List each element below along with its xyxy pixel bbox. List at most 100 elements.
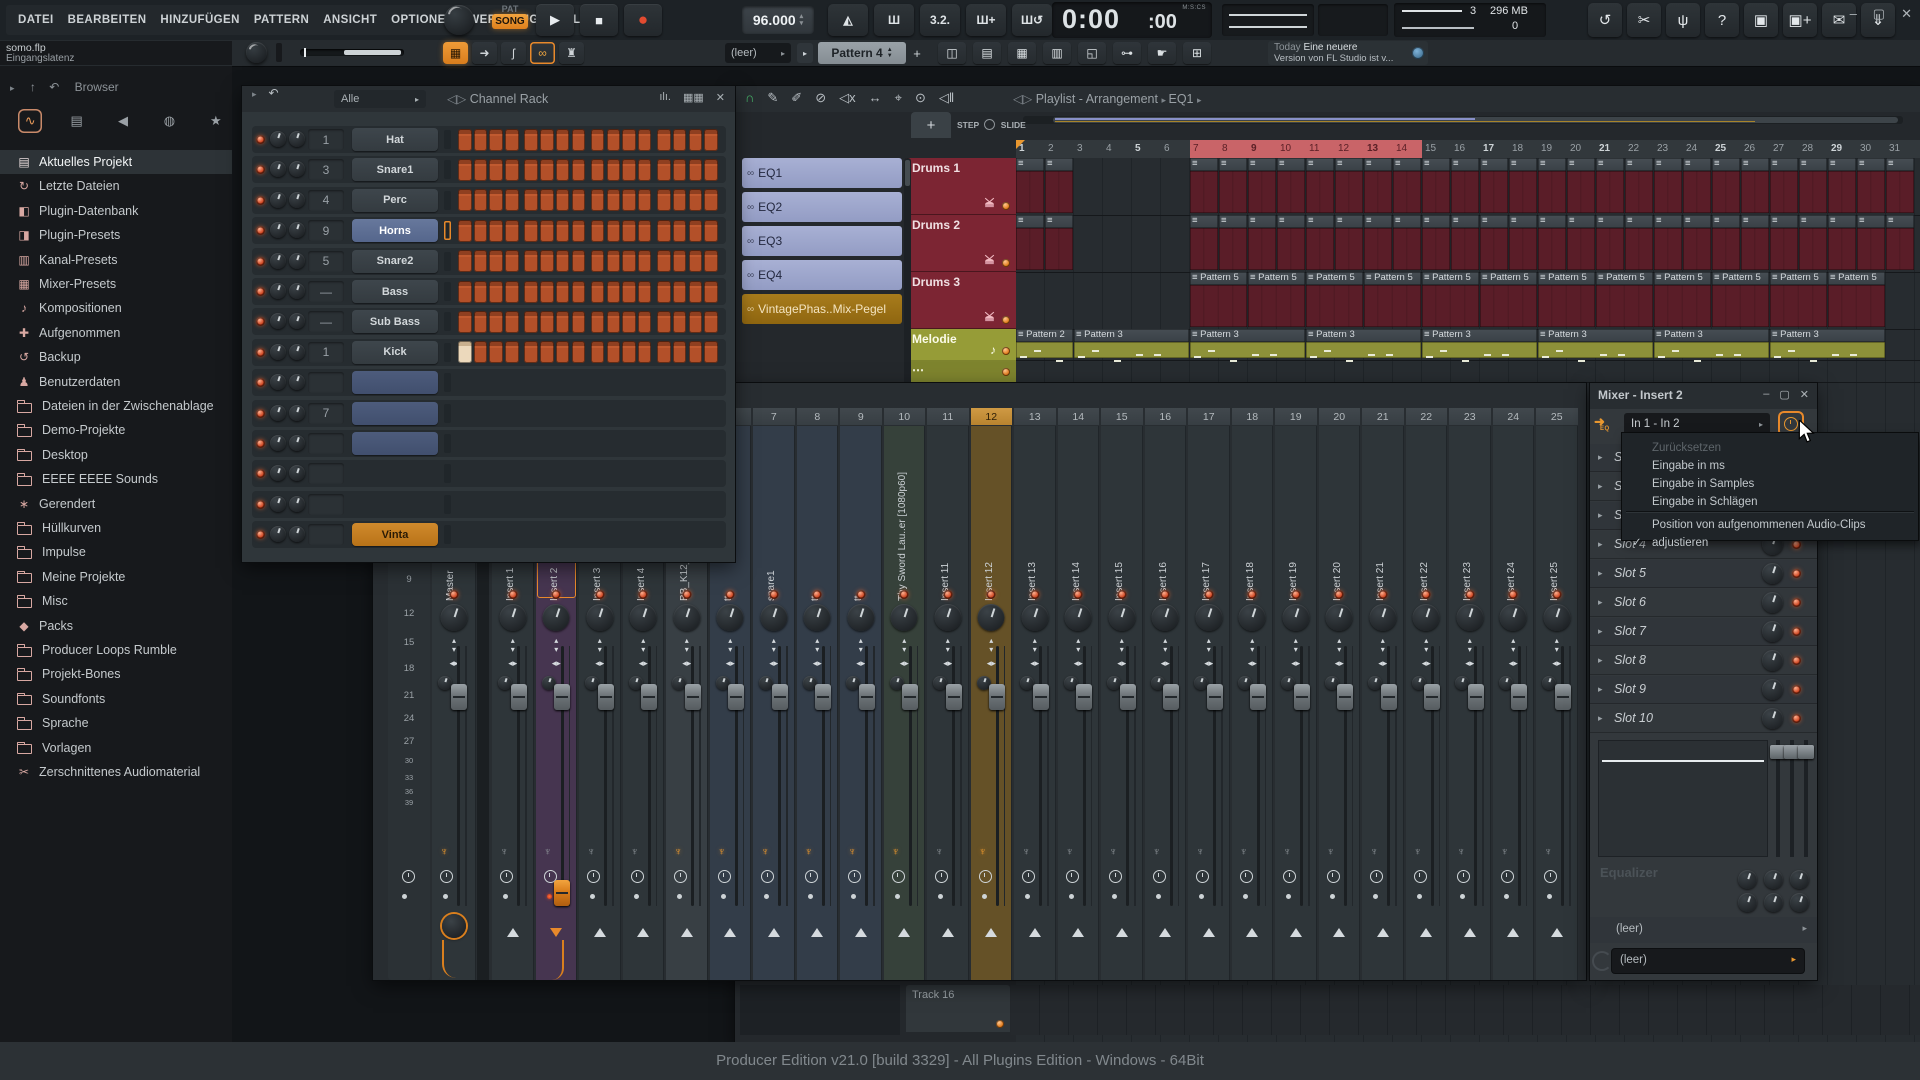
pattern-clip[interactable]: ≡ xyxy=(1596,215,1624,270)
route-arrow-up[interactable] xyxy=(1333,928,1346,937)
pattern-clip[interactable]: ≡ Pattern 5 xyxy=(1190,272,1247,327)
strip-aux-knob[interactable] xyxy=(933,676,947,690)
pattern-clip[interactable]: ≡ xyxy=(1393,158,1421,213)
channel-pan-knob[interactable] xyxy=(270,252,286,269)
fader-handle[interactable] xyxy=(858,684,875,710)
pattern-clip[interactable]: ≡ xyxy=(1248,158,1276,213)
route-arrow-up[interactable] xyxy=(898,928,911,937)
minimize-icon[interactable]: – xyxy=(1763,388,1769,401)
typing-keyboard-toggle[interactable]: ♜ xyxy=(559,42,584,64)
step-cell[interactable] xyxy=(524,158,538,181)
record-dot[interactable] xyxy=(1503,894,1509,899)
touch-button[interactable]: ☛ xyxy=(1148,42,1176,64)
record-dot[interactable] xyxy=(677,894,682,899)
eq-knob[interactable] xyxy=(1738,870,1757,889)
step-cell[interactable] xyxy=(688,128,703,151)
channel-pan-knob[interactable] xyxy=(270,283,286,299)
plug-icon[interactable]: ♆ xyxy=(631,846,639,858)
plugin-picker-button[interactable]: ⊶ xyxy=(1113,42,1141,64)
fader-handle[interactable] xyxy=(510,684,527,710)
record-audio-button[interactable]: ψ xyxy=(1666,3,1700,37)
undo-button[interactable]: ↺ xyxy=(1588,3,1622,37)
pattern-clip[interactable]: ≡ Pattern 3 xyxy=(1654,329,1769,362)
song-label[interactable]: SONG xyxy=(492,14,528,29)
mixer-strip-12[interactable]: Insert 12 ▴ ▾ ◂▸ ♆ xyxy=(970,426,1012,980)
stop-button[interactable]: ■ xyxy=(580,4,618,36)
eq-knob[interactable] xyxy=(1790,870,1809,889)
channel-volume-knob[interactable] xyxy=(289,495,305,512)
mixer-strip-21[interactable]: Insert 21 ▴ ▾ ◂▸ ♆ xyxy=(1362,426,1404,980)
strip-pan-knob[interactable] xyxy=(1499,604,1527,631)
pan-lr-arrows[interactable]: ◂▸ xyxy=(1335,658,1344,669)
track-header-melodie[interactable]: Melodie ♪ xyxy=(906,329,1016,360)
route-arrow-up[interactable] xyxy=(1028,928,1041,937)
preview-icon[interactable]: ◁‖ xyxy=(939,90,954,106)
pattern-clip[interactable]: ≡ xyxy=(1248,215,1276,270)
strip-pan-knob[interactable] xyxy=(716,604,744,631)
plug-icon[interactable]: ♆ xyxy=(1457,846,1465,858)
timeline-bar-number[interactable]: 16 xyxy=(1454,143,1465,154)
route-arrow-up[interactable] xyxy=(1115,928,1128,937)
pat-song-switch[interactable]: PAT SONG xyxy=(492,4,528,36)
step-cell[interactable] xyxy=(622,219,636,242)
step-cell[interactable] xyxy=(688,310,703,333)
slot-arrow-icon[interactable]: ▸ xyxy=(1598,626,1603,637)
source-clip-eq4[interactable]: ∞ EQ4 xyxy=(742,260,902,290)
step-cell[interactable] xyxy=(590,158,605,181)
step-cell[interactable] xyxy=(540,310,554,333)
strip-pan-knob[interactable] xyxy=(440,604,468,631)
record-dot[interactable] xyxy=(443,894,448,899)
browser-item[interactable]: ♟ Benutzerdaten xyxy=(0,370,232,394)
timeline-bar-number[interactable]: 20 xyxy=(1570,143,1581,154)
project-info-box[interactable]: somo.flp Eingangslatenz xyxy=(0,41,232,65)
strip-mute-led[interactable] xyxy=(1204,590,1214,599)
effect-slot-9[interactable]: ▸ Slot 9 xyxy=(1590,676,1817,704)
source-clip-eq2[interactable]: ∞ EQ2 xyxy=(742,192,902,222)
browser-item[interactable]: Hüllkurven xyxy=(0,516,232,540)
plug-icon[interactable]: ♆ xyxy=(935,846,943,858)
browser-item[interactable]: ✂ Zerschnittenes Audiomaterial xyxy=(0,760,232,784)
effect-slot-8[interactable]: ▸ Slot 8 xyxy=(1590,647,1817,675)
channel-name-button[interactable]: Kick xyxy=(352,340,438,364)
step-cell[interactable] xyxy=(672,158,687,181)
slot-mix-knob[interactable] xyxy=(1762,621,1783,642)
stereo-sep-arrows[interactable]: ▴ ▾ xyxy=(1250,636,1254,654)
step-edit-toggle[interactable]: ▦ xyxy=(443,42,468,64)
tab-online[interactable]: ◍ xyxy=(157,109,181,133)
clock-icon[interactable] xyxy=(1109,870,1122,883)
timeline-bar-number[interactable]: 11 xyxy=(1309,143,1319,154)
step-cell[interactable] xyxy=(590,310,605,333)
fader-handle[interactable] xyxy=(771,684,788,710)
stereo-sep-arrows[interactable]: ▴ ▾ xyxy=(641,636,645,654)
master-out-knob[interactable] xyxy=(442,914,466,938)
timeline-bar-number[interactable]: 24 xyxy=(1686,143,1697,154)
strip-mute-led[interactable] xyxy=(812,590,822,599)
browser-item[interactable]: ↻ Letzte Dateien xyxy=(0,174,232,198)
step-cell[interactable] xyxy=(489,189,503,212)
pattern-clip[interactable]: ≡ xyxy=(1422,215,1450,270)
pattern-clip[interactable]: ≡ xyxy=(1277,215,1305,270)
cut-button[interactable]: ✂ xyxy=(1627,3,1661,37)
browser-item[interactable]: ▥ Kanal-Presets xyxy=(0,248,232,272)
timeline-bar-number[interactable]: 21 xyxy=(1599,143,1610,154)
channel-volume-knob[interactable] xyxy=(289,252,305,269)
channel-target-number[interactable] xyxy=(308,524,344,546)
step-cell[interactable] xyxy=(458,250,472,273)
channel-mute-led[interactable] xyxy=(256,135,265,144)
slot-mix-knob[interactable] xyxy=(1762,563,1783,584)
fader-handle[interactable] xyxy=(815,684,831,710)
mixer-header-15[interactable]: 15 xyxy=(1101,408,1143,425)
pan-lr-arrows[interactable]: ◂▸ xyxy=(769,658,778,669)
timeline-bar-number[interactable]: 10 xyxy=(1280,143,1291,154)
channel-selector-marker[interactable] xyxy=(444,282,451,301)
strip-mute-led[interactable] xyxy=(682,590,692,599)
shuffle-slider[interactable] xyxy=(276,43,282,62)
channel-selector-marker[interactable] xyxy=(444,525,451,545)
close-icon[interactable]: ✕ xyxy=(1901,6,1912,22)
clock-icon[interactable] xyxy=(1283,870,1296,883)
step-cell[interactable] xyxy=(657,158,671,181)
browser-item[interactable]: ▤ Aktuelles Projekt xyxy=(0,150,232,174)
plug-icon[interactable]: ♆ xyxy=(1544,846,1552,858)
step-cell[interactable] xyxy=(657,310,671,333)
channel-selector-marker[interactable] xyxy=(444,160,451,180)
